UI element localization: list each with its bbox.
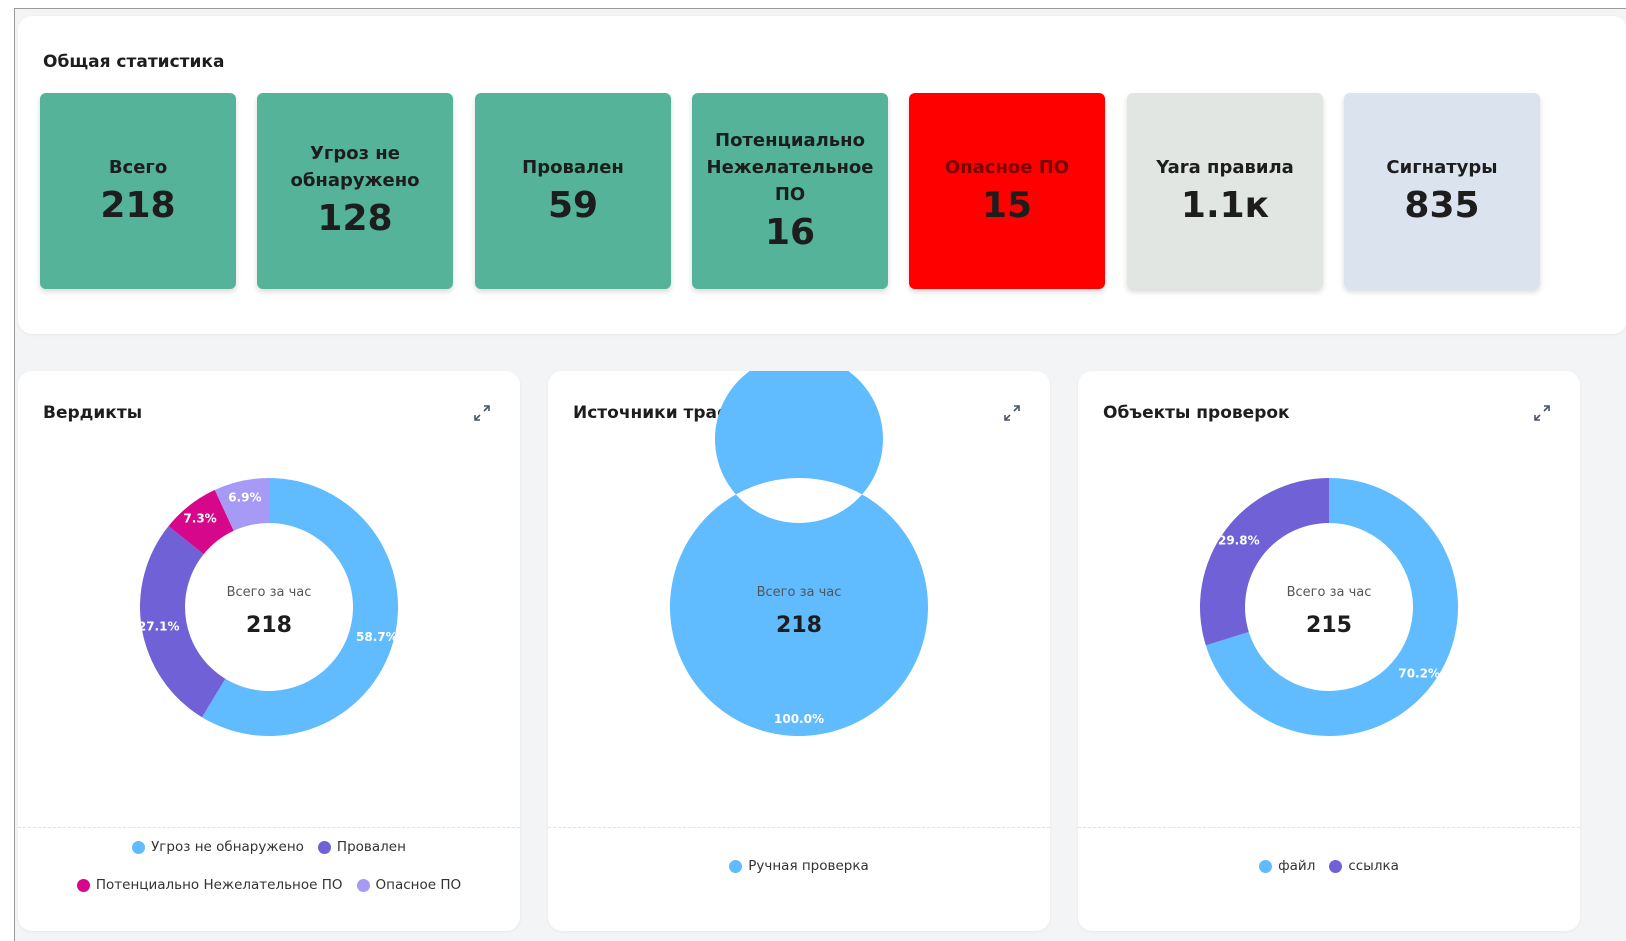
stat-tile[interactable]: Потенциально Нежелательное ПО 16 — [692, 93, 888, 289]
stat-tile-value: 59 — [547, 184, 599, 226]
stat-tile-label: Сигнатуры — [1386, 156, 1498, 178]
stat-tile[interactable]: Угроз не обнаружено 128 — [257, 93, 453, 289]
stat-tile-value: 218 — [100, 184, 176, 226]
verdicts-donut: 58.7% 27.1% 7.3% 6.9% Всего за час 218 — [138, 478, 399, 736]
donut-slice[interactable] — [670, 371, 928, 736]
stat-tile-label: Потенциально Нежелательное ПО — [706, 129, 874, 205]
legend-label: ссылка — [1348, 858, 1399, 874]
legend-row: Потенциально Нежелательное ПО Опасное ПО — [18, 877, 520, 893]
legend-item[interactable]: Угроз не обнаружено — [132, 839, 304, 855]
legend-dot — [1329, 859, 1343, 873]
legend-dot — [317, 840, 331, 854]
stat-tile-label: Опасное ПО — [944, 156, 1070, 178]
legend-label: Потенциально Нежелательное ПО — [95, 877, 343, 893]
stat-tile-label: Всего — [108, 156, 168, 178]
traffic-sources-donut: 100.0% Всего за час 218 — [670, 371, 928, 736]
dashboard-frame: Общая статистика Всего 218 Угроз не обнару… — [14, 8, 1626, 941]
stat-tile[interactable]: Сигнатуры 835 — [1344, 93, 1540, 289]
stat-tile-value: 835 — [1404, 184, 1480, 226]
legend-item[interactable]: ссылка — [1329, 858, 1399, 874]
legend-divider — [18, 827, 520, 828]
stat-tile[interactable]: Всего 218 — [40, 93, 236, 289]
donut-center-value: 218 — [776, 613, 822, 638]
slice-percent-label: 7.3% — [183, 512, 216, 526]
legend-item[interactable]: Потенциально Нежелательное ПО — [76, 877, 343, 893]
legend-item[interactable]: файл — [1259, 858, 1315, 874]
legend-dot — [356, 878, 370, 892]
legend-item[interactable]: Ручная проверка — [729, 858, 869, 874]
slice-percent-label: 70.2% — [1398, 666, 1440, 680]
check-objects-card: Объекты проверок 70.2% 29.8% Всего за час 2… — [1078, 371, 1580, 931]
slice-percent-label: 100.0% — [774, 712, 824, 726]
legend-label: Опасное ПО — [375, 877, 462, 893]
legend-row: файл ссылка — [1078, 858, 1580, 874]
legend-dot — [1259, 859, 1273, 873]
slice-percent-label: 29.8% — [1218, 534, 1260, 548]
legend-divider — [548, 827, 1050, 828]
legend-dot — [76, 878, 90, 892]
legend-row: Ручная проверка — [548, 858, 1050, 874]
legend-dot — [729, 859, 743, 873]
legend-row: Угроз не обнаружено Провален — [18, 839, 520, 855]
slice-percent-label: 6.9% — [228, 491, 261, 505]
legend-divider — [1078, 827, 1580, 828]
stats-title: Общая статистика — [43, 52, 225, 72]
stat-tile[interactable]: Провален 59 — [475, 93, 671, 289]
slice-percent-label: 58.7% — [356, 630, 398, 644]
donut-center-value: 215 — [1306, 613, 1352, 638]
legend-label: Угроз не обнаружено — [151, 839, 304, 855]
stat-tile-value: 16 — [764, 211, 816, 253]
donut-center-label: Всего за час — [227, 585, 312, 600]
legend-label: Ручная проверка — [748, 858, 869, 874]
legend-label: Провален — [336, 839, 406, 855]
stat-tile[interactable]: Опасное ПО 15 — [909, 93, 1105, 289]
check-objects-donut: 70.2% 29.8% Всего за час 215 — [1200, 478, 1458, 736]
legend-item[interactable]: Опасное ПО — [356, 877, 462, 893]
stat-tile-label: Угроз не обнаружено — [290, 143, 420, 191]
stat-tile-value: 1.1к — [1180, 184, 1270, 226]
verdicts-card: Вердикты 58.7% 27.1% 7.3% 6.9% Всего за час 2… — [18, 371, 520, 931]
donut-center-value: 218 — [246, 613, 292, 638]
legend-item[interactable]: Провален — [317, 839, 406, 855]
traffic-sources-card: Источники трафика 100.0% Всего за час 218 … — [548, 371, 1050, 931]
stat-tile-value: 128 — [317, 198, 393, 239]
legend-label: файл — [1278, 858, 1316, 874]
stat-tile-label: Провален — [522, 156, 624, 178]
stat-tile-label: Yara правила — [1156, 156, 1294, 178]
legend-dot — [132, 840, 146, 854]
stat-tile-value: 15 — [981, 184, 1033, 226]
general-stats-card: Общая статистика Всего 218 Угроз не обнару… — [18, 16, 1626, 334]
donut-center-label: Всего за час — [757, 585, 842, 600]
slice-percent-label: 27.1% — [138, 619, 180, 633]
donut-center-label: Всего за час — [1287, 585, 1372, 600]
stat-tile[interactable]: Yara правила 1.1к — [1127, 93, 1323, 289]
